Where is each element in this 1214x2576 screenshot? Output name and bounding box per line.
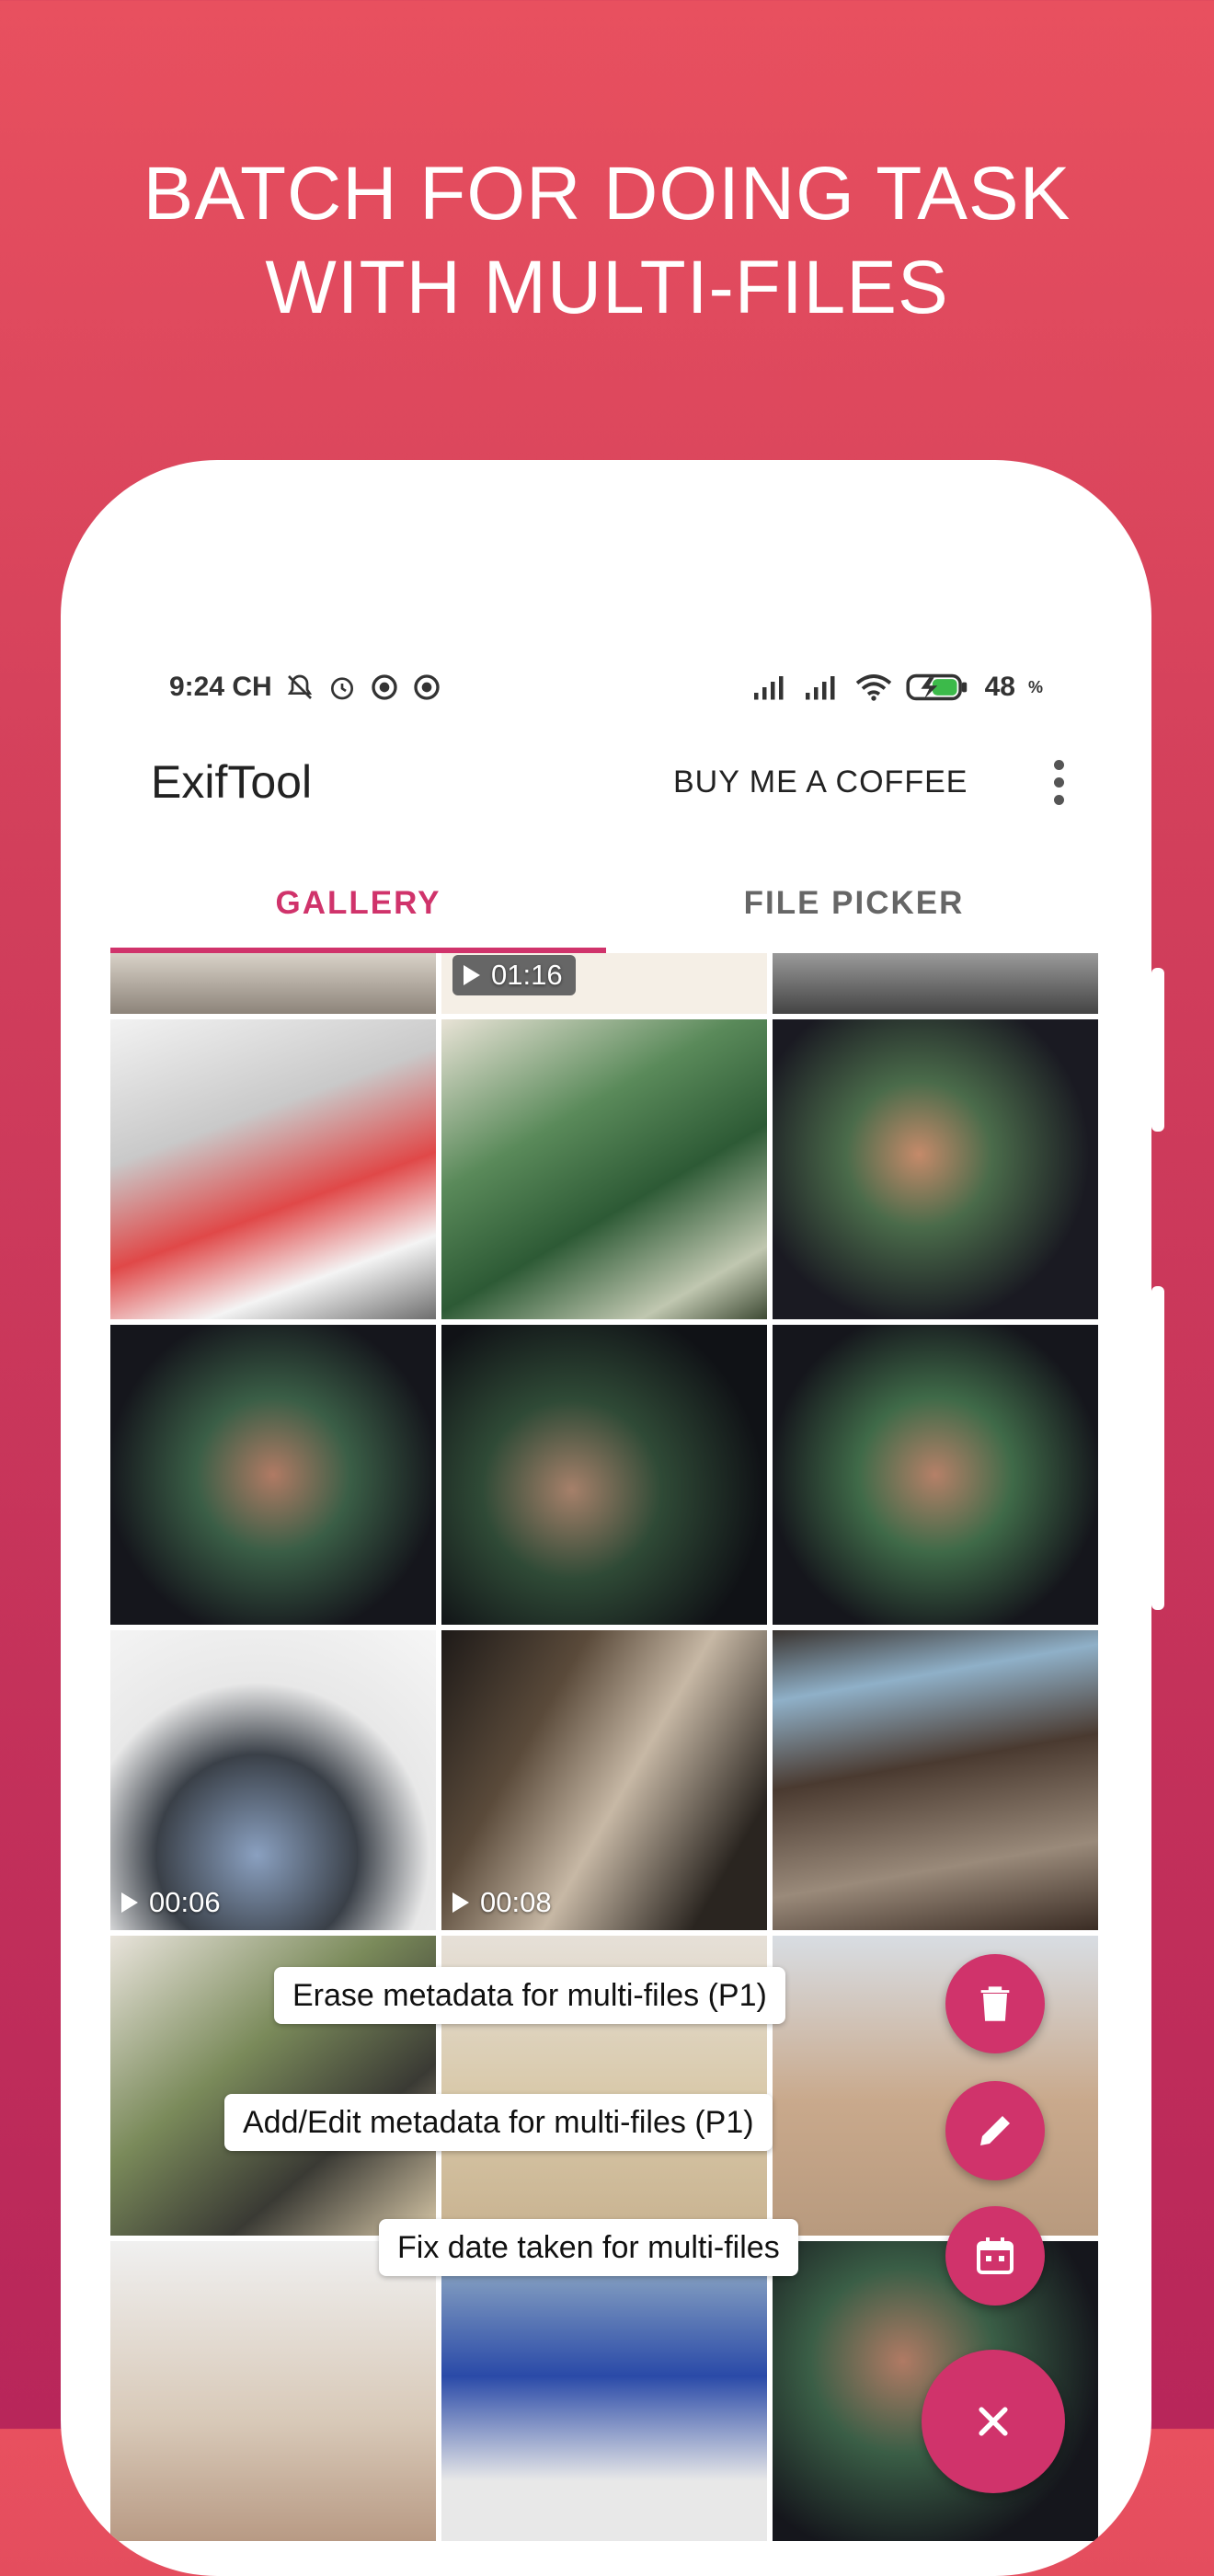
video-duration-badge: 00:08 <box>452 1886 552 1919</box>
app-bar: ExifTool BUY ME A COFFEE <box>61 736 1151 828</box>
video-duration: 00:06 <box>149 1886 221 1918</box>
gallery-thumbnail-video[interactable]: 00:06 <box>110 1630 436 1930</box>
close-speed-dial-button[interactable] <box>922 2350 1065 2493</box>
phone-power-button <box>1151 1286 1164 1610</box>
battery-unit: % <box>1027 677 1043 696</box>
headline-line-2: WITH MULTI-FILES <box>265 246 949 329</box>
gallery-thumbnail[interactable] <box>110 1325 436 1625</box>
headline-line-1: BATCH FOR DOING TASK <box>143 152 1071 236</box>
buy-me-a-coffee-button[interactable]: BUY ME A COFFEE <box>673 765 968 800</box>
signal-icon <box>805 676 835 700</box>
video-duration-badge: 00:06 <box>121 1886 221 1919</box>
battery-level: 48 <box>984 672 1015 702</box>
tab-bar: GALLERY FILE PICKER <box>110 857 1102 953</box>
gallery-thumbnail[interactable] <box>773 1630 1098 1930</box>
alarm-icon <box>330 677 353 700</box>
fix-date-taken-label[interactable]: Fix date taken for multi-files <box>379 2219 798 2276</box>
wifi-icon <box>855 674 891 701</box>
fix-date-taken-button[interactable] <box>945 2206 1045 2306</box>
gallery-grid: 01:16 00:06 00:08 <box>110 953 1102 2576</box>
gallery-thumbnail[interactable] <box>773 1325 1098 1625</box>
gallery-thumbnail[interactable] <box>110 1019 436 1319</box>
gallery-thumbnail-video[interactable]: 01:16 <box>441 953 767 1014</box>
edit-metadata-label[interactable]: Add/Edit metadata for multi-files (P1) <box>224 2094 773 2151</box>
status-time: 9:24 CH <box>169 672 272 702</box>
gallery-thumbnail[interactable] <box>773 1936 1098 2236</box>
tab-file-picker[interactable]: FILE PICKER <box>606 857 1102 949</box>
delete-icon <box>980 1986 1010 2021</box>
gallery-thumbnail[interactable] <box>441 1325 767 1625</box>
phone-frame: 9:24 CH 48 % ExifTool BUY ME A COFFEE GA… <box>61 460 1151 2576</box>
battery-charging-icon <box>906 673 967 701</box>
gallery-thumbnail[interactable] <box>773 953 1098 1014</box>
signal-icon <box>753 676 784 700</box>
video-duration: 00:08 <box>480 1886 552 1918</box>
app-title: ExifTool <box>151 756 313 808</box>
edit-metadata-button[interactable] <box>945 2081 1045 2180</box>
play-icon <box>464 965 480 985</box>
gallery-thumbnail[interactable] <box>441 2241 767 2541</box>
more-options-icon[interactable] <box>1036 745 1082 819</box>
play-icon <box>452 1892 469 1913</box>
calendar-icon <box>977 2237 1014 2274</box>
headline: BATCH FOR DOING TASK WITH MULTI-FILES <box>0 147 1214 335</box>
gallery-thumbnail[interactable] <box>110 2241 436 2541</box>
tab-gallery[interactable]: GALLERY <box>110 857 606 949</box>
bell-off-icon <box>287 674 312 699</box>
notification-icon <box>414 674 440 700</box>
erase-metadata-button[interactable] <box>945 1954 1045 2053</box>
notification-icon <box>372 674 397 700</box>
gallery-thumbnail[interactable] <box>441 1019 767 1319</box>
gallery-thumbnail[interactable] <box>773 1019 1098 1319</box>
gallery-thumbnail-video[interactable]: 00:08 <box>441 1630 767 1930</box>
video-duration-badge: 01:16 <box>452 955 576 995</box>
phone-volume-button <box>1151 968 1164 1132</box>
pencil-icon <box>980 2116 1010 2145</box>
video-duration: 01:16 <box>491 959 563 991</box>
close-icon <box>979 2407 1008 2436</box>
status-bar: 9:24 CH 48 % <box>169 664 1043 710</box>
erase-metadata-label[interactable]: Erase metadata for multi-files (P1) <box>274 1967 785 2024</box>
play-icon <box>121 1892 138 1913</box>
gallery-thumbnail[interactable] <box>110 953 436 1014</box>
